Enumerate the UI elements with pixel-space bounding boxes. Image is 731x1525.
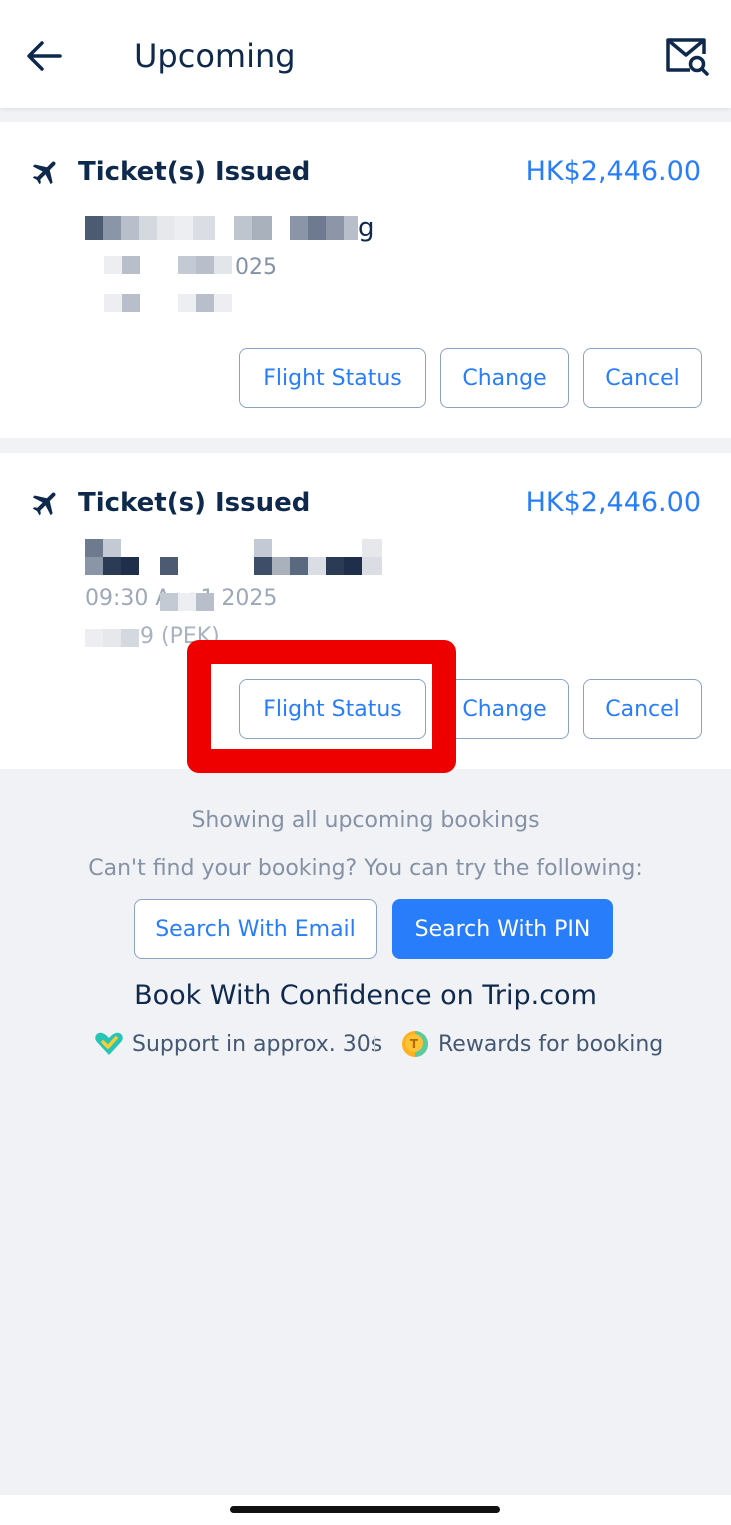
confidence-title: Book With Confidence on Trip.com [134, 980, 597, 1011]
cancel-button[interactable]: Cancel [583, 679, 702, 739]
change-button[interactable]: Change [440, 348, 569, 408]
feature-support-label: Support in approx. 30s [132, 1031, 383, 1057]
booking-price: HK$2,446.00 [525, 156, 701, 187]
top-app-bar: Upcoming [0, 0, 731, 108]
booking-status: Ticket(s) Issued [78, 157, 311, 187]
feature-rewards-label: Rewards for booking [438, 1031, 664, 1057]
search-with-email-button[interactable]: Search With Email [134, 899, 377, 959]
svg-text:T: T [410, 1037, 419, 1051]
booking-price: HK$2,446.00 [525, 487, 701, 518]
flight-status-button[interactable]: Flight Status [239, 348, 426, 408]
arrow-left-icon [27, 41, 62, 71]
booking-status: Ticket(s) Issued [78, 488, 311, 518]
mail-search-icon [666, 38, 709, 76]
booking-datetime: 025 [235, 255, 277, 280]
feature-rewards: T Rewards for booking [400, 1027, 663, 1061]
feature-support: Support in approx. 30s [94, 1027, 382, 1061]
booking-card[interactable]: Ticket(s) Issued HK$2,446.00 g 025 Fligh… [0, 122, 731, 438]
feature-divider [374, 1036, 375, 1052]
airplane-icon [32, 492, 56, 516]
route-text: g [358, 213, 375, 243]
heart-check-icon [95, 1032, 123, 1055]
home-indicator[interactable] [230, 1506, 500, 1513]
help-text: Can't find your booking? You can try the… [88, 856, 643, 881]
highlight-annotation [187, 640, 456, 773]
mail-search-button[interactable] [662, 34, 710, 78]
search-with-pin-button[interactable]: Search With PIN [392, 899, 613, 959]
cancel-button[interactable]: Cancel [583, 348, 702, 408]
trip-coin-icon: T [402, 1031, 428, 1057]
airplane-icon [32, 161, 56, 185]
change-button[interactable]: Change [440, 679, 569, 739]
page-title: Upcoming [134, 37, 296, 75]
showing-all-text: Showing all upcoming bookings [191, 808, 540, 833]
back-button[interactable] [22, 34, 66, 78]
